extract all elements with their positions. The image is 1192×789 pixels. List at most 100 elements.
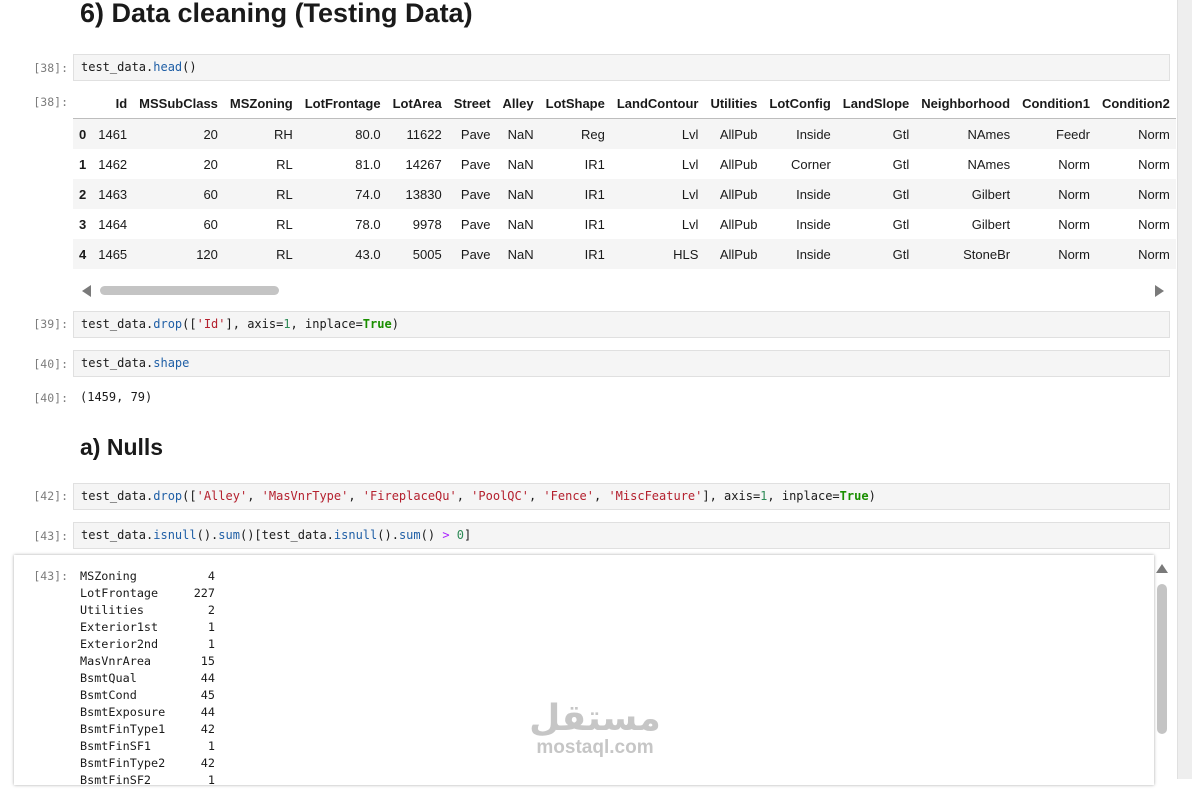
column-name: BsmtQual: [80, 671, 137, 685]
table-cell: 81.0: [355, 156, 381, 172]
table-cell: Inside: [796, 246, 831, 262]
column-header: [73, 88, 93, 119]
table-cell: Gilbert: [971, 216, 1011, 232]
page-edge: [1177, 0, 1192, 779]
code-token: ().: [377, 528, 399, 542]
code-token: ): [391, 317, 399, 331]
code-token: ,: [528, 489, 544, 503]
section-title: 6) Data cleaning (Testing Data): [80, 0, 473, 28]
table-cell: 11622: [406, 126, 442, 142]
list-item: BsmtExposure 44: [80, 704, 215, 721]
table-cell: AllPub: [719, 216, 758, 232]
table-cell: Lvl: [681, 156, 699, 172]
table-cell: Pave: [460, 156, 491, 172]
column-name: Utilities: [80, 603, 144, 617]
table-cell: Norm: [1138, 156, 1170, 172]
table-cell: IR1: [584, 156, 605, 172]
code-token: ()[test_data.: [239, 528, 334, 542]
vertical-scrollbar[interactable]: [1154, 560, 1170, 779]
column-header: Alley: [496, 88, 540, 119]
table-cell: Norm: [1058, 246, 1090, 262]
code-token: 'MasVnrType': [261, 489, 349, 503]
scroll-up-arrow-icon[interactable]: [1156, 564, 1168, 573]
dataframe-output: Id MSSubClass MSZoning LotFrontage LotArea St…: [73, 88, 1176, 300]
table-cell: 20: [203, 126, 218, 142]
table-cell: 13830: [405, 186, 442, 202]
code-token: , inplace=: [767, 489, 840, 503]
code-cell-38[interactable]: test_data.head(): [73, 54, 1170, 81]
code-cell-42[interactable]: test_data.drop(['Alley', 'MasVnrType', '…: [73, 483, 1170, 510]
scroll-left-arrow-icon[interactable]: [82, 285, 91, 297]
table-cell: Gilbert: [971, 186, 1011, 202]
list-item: MSZoning 4: [80, 568, 215, 585]
code-token: 'PoolQC': [471, 489, 529, 503]
table-cell: Inside: [796, 126, 831, 142]
table-cell: NaN: [507, 246, 534, 262]
scroll-right-arrow-icon[interactable]: [1155, 285, 1164, 297]
table-cell: IR1: [584, 186, 605, 202]
column-header: LotArea: [386, 88, 448, 119]
null-count: 45: [200, 688, 215, 702]
table-cell: StoneBr: [963, 246, 1011, 262]
cell-40-input-prompt: [40]:: [33, 357, 68, 371]
code-cell-43[interactable]: test_data.isnull().sum()[test_data.isnul…: [73, 522, 1170, 549]
table-row: 4 1465 120 RL 43.0 5005 Pave NaN IR1 HLS AllPub Ins…: [73, 239, 1176, 269]
code-cell-40[interactable]: test_data.shape: [73, 350, 1170, 377]
table-cell: NaN: [507, 186, 534, 202]
table-cell: 5005: [412, 246, 442, 262]
table-cell: 120: [196, 246, 218, 262]
cell-43-output-prompt: [43]:: [33, 569, 68, 583]
code-token: test_data.: [81, 528, 154, 542]
table-cell: 9978: [412, 216, 442, 232]
column-name: BsmtFinType1: [80, 722, 166, 736]
null-count: 44: [200, 705, 215, 719]
table-cell: 1464: [98, 216, 128, 232]
table-cell: RH: [273, 126, 293, 142]
null-count: 1: [207, 620, 215, 634]
column-header: LandContour: [610, 88, 705, 119]
column-header: Neighborhood: [915, 88, 1017, 119]
scrollbar-track[interactable]: [98, 286, 1150, 295]
table-cell: Feedr: [1056, 126, 1090, 142]
subsection-title: a) Nulls: [80, 434, 164, 460]
list-item: BsmtQual 44: [80, 670, 215, 687]
row-index: 1: [79, 156, 87, 172]
code-token: drop: [153, 317, 183, 331]
list-item: LotFrontage 227: [80, 585, 215, 602]
code-token: test_data.: [81, 317, 154, 331]
code-token: test_data.: [81, 60, 154, 74]
table-cell: 74.0: [355, 186, 381, 202]
cell-38-input-prompt: [38]:: [33, 61, 68, 75]
cell-42-input-prompt: [42]:: [33, 489, 68, 503]
dataframe-table: Id MSSubClass MSZoning LotFrontage LotArea St…: [73, 88, 1176, 269]
table-cell: NaN: [507, 216, 534, 232]
horizontal-scrollbar[interactable]: [78, 282, 1170, 300]
code-token: test_data.: [81, 489, 154, 503]
table-cell: Gtl: [892, 186, 910, 202]
null-counts-list: MSZoning 4 LotFrontage 227 Utilities 2 Exterio…: [80, 568, 215, 789]
null-count: 15: [200, 654, 215, 668]
table-cell: 78.0: [355, 216, 381, 232]
table-cell: Gtl: [892, 126, 910, 142]
table-cell: AllPub: [719, 126, 758, 142]
column-name: BsmtCond: [80, 688, 137, 702]
table-cell: Inside: [796, 216, 831, 232]
code-cell-39[interactable]: test_data.drop(['Id'], axis=1, inplace=T…: [73, 311, 1170, 338]
code-token: ().: [196, 528, 219, 542]
column-name: BsmtFinType2: [80, 756, 166, 770]
null-count: 44: [200, 671, 215, 685]
column-name: BsmtFinSF2: [80, 773, 152, 787]
scrollbar-thumb[interactable]: [100, 286, 279, 295]
table-cell: AllPub: [719, 186, 758, 202]
table-row: 3 1464 60 RL 78.0 9978 Pave NaN IR1 Lvl AllPub Insi…: [73, 209, 1176, 239]
code-token: drop: [153, 489, 183, 503]
code-token: 0: [456, 528, 465, 542]
scrollbar-thumb[interactable]: [1157, 584, 1167, 734]
table-cell: NAmes: [967, 126, 1011, 142]
table-cell: Norm: [1138, 126, 1170, 142]
column-name: LotFrontage: [80, 586, 159, 600]
table-cell: NaN: [507, 156, 534, 172]
list-item: BsmtFinSF2 1: [80, 772, 215, 789]
table-cell: Corner: [791, 156, 831, 172]
